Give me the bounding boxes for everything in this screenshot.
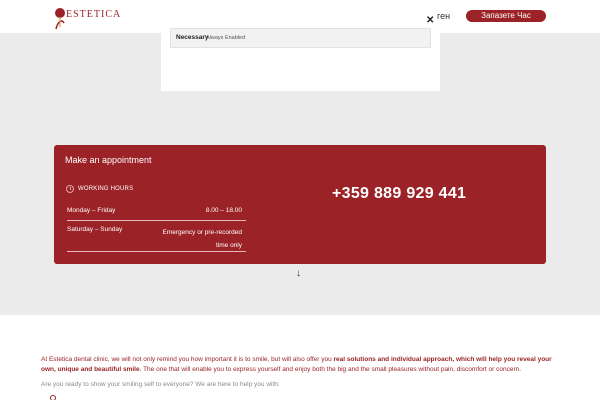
hours-time-weekend: Emergency or pre-recorded time only: [162, 229, 242, 249]
divider: [67, 220, 246, 221]
intro-paragraph: At Estetica dental clinic, we will not o…: [41, 355, 561, 375]
language-switch[interactable]: ген: [437, 11, 450, 21]
hours-day-weekend: Saturday – Sunday: [67, 226, 123, 233]
divider: [67, 251, 246, 252]
scroll-down-icon[interactable]: ↓: [296, 268, 301, 279]
cookie-category-status: Always Enabled: [206, 35, 246, 41]
hours-time-weekday: 8.00 – 18.00: [205, 207, 242, 214]
logo-text: ESTETICA: [66, 9, 122, 20]
intro-text-c: . The one that will enable you to expres…: [139, 366, 522, 373]
intro-section: At Estetica dental clinic, we will not o…: [0, 315, 600, 400]
book-appointment-button[interactable]: Запазете Час: [466, 10, 546, 22]
appointment-card: Make an appointment WORKING HOURS Monday…: [54, 145, 546, 264]
appointment-title: Make an appointment: [65, 155, 152, 165]
intro-text-a: At Estetica dental clinic, we will not o…: [41, 356, 334, 363]
close-icon[interactable]: ✕: [426, 15, 434, 26]
phone-number[interactable]: +359 889 929 441: [332, 185, 466, 203]
cookie-category-label: Necessary: [176, 34, 209, 41]
intro-question: Are you ready to show your smiling self …: [41, 381, 280, 388]
working-hours-label: WORKING HOURS: [78, 186, 134, 192]
hours-day-weekday: Monday – Friday: [67, 207, 116, 214]
clock-icon: [66, 185, 74, 193]
list-bullet-icon: [50, 395, 56, 400]
